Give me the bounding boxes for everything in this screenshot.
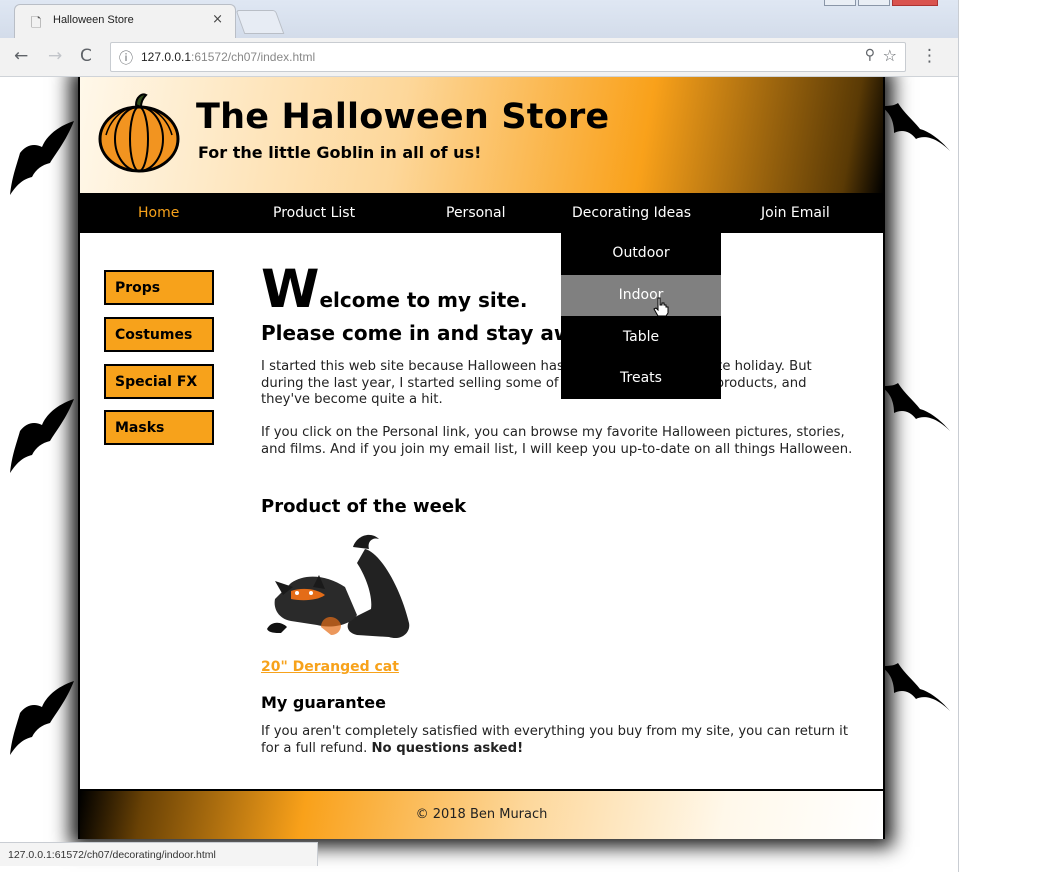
bat-icon [880, 99, 952, 159]
site-tagline: For the little Goblin in all of us! [198, 143, 482, 162]
sidebar-props-button[interactable]: Props [104, 270, 214, 305]
url-host: 127.0.0.1 [141, 50, 192, 64]
product-of-week-heading: Product of the week [261, 496, 467, 517]
menu-icon[interactable]: ⋮ [921, 46, 938, 66]
dropdown-item-treats[interactable]: Treats [561, 358, 721, 399]
deranged-cat-image[interactable] [261, 529, 413, 645]
browser-window: 🗋 Halloween Store × ← → C ⓘ 127.0.0.1:61… [0, 0, 959, 872]
tab-halloween-store[interactable]: 🗋 Halloween Store × [14, 4, 236, 39]
nav-home[interactable]: Home [138, 205, 179, 221]
new-tab-button[interactable] [235, 10, 285, 34]
tab-strip: 🗋 Halloween Store × [0, 0, 958, 39]
reload-icon[interactable]: C [80, 46, 92, 66]
decorating-dropdown-menu: Outdoor Indoor Table Treats [561, 233, 721, 399]
sidebar-special-fx-button[interactable]: Special FX [104, 364, 214, 399]
dropdown-item-table[interactable]: Table [561, 317, 721, 358]
nav-personal[interactable]: Personal [446, 205, 506, 221]
sidebar-masks-button[interactable]: Masks [104, 410, 214, 445]
back-icon[interactable]: ← [14, 46, 28, 66]
status-bar-url: 127.0.0.1:61572/ch07/decorating/indoor.h… [0, 842, 318, 866]
main-nav: Home Product List Personal Decorating Id… [80, 193, 883, 233]
address-bar[interactable]: ⓘ 127.0.0.1:61572/ch07/index.html ⚲ ☆ [110, 42, 906, 72]
window-controls [824, 0, 944, 8]
nav-product-list[interactable]: Product List [273, 205, 355, 221]
bat-icon [880, 659, 952, 719]
guarantee-heading: My guarantee [261, 693, 386, 712]
browser-toolbar: ← → C ⓘ 127.0.0.1:61572/ch07/index.html … [0, 38, 958, 77]
welcome-dropcap: W [261, 259, 320, 320]
hand-cursor-icon [653, 297, 669, 317]
welcome-text: elcome to my site. [319, 288, 528, 312]
dropdown-item-indoor[interactable]: Indoor [561, 275, 721, 317]
zoom-icon[interactable]: ⚲ [865, 47, 875, 63]
welcome-heading: Welcome to my site. [261, 263, 527, 316]
close-tab-icon[interactable]: × [212, 12, 223, 27]
tab-title: Halloween Store [53, 14, 134, 26]
url-path: :61572/ch07/index.html [191, 50, 316, 64]
bat-icon [6, 395, 76, 475]
intro-paragraph: I started this web site because Hallowee… [261, 359, 812, 407]
page-viewport: The Halloween Store For the little Gobli… [0, 77, 958, 872]
close-window-button[interactable] [892, 0, 938, 6]
nav-decorating-ideas[interactable]: Decorating Ideas [572, 205, 691, 221]
dropdown-item-outdoor[interactable]: Outdoor [561, 233, 721, 274]
page-icon: 🗋 [31, 16, 42, 31]
copyright-text: © 2018 Ben Murach [415, 807, 548, 822]
guarantee-bold-text: No questions asked! [371, 740, 524, 756]
maximize-button[interactable] [858, 0, 890, 6]
product-link[interactable]: 20" Deranged cat [261, 659, 399, 675]
pumpkin-logo-icon [98, 93, 180, 173]
site-footer: © 2018 Ben Murach [80, 791, 883, 839]
bat-icon [6, 677, 76, 757]
sidebar-costumes-button[interactable]: Costumes [104, 317, 214, 352]
url-text[interactable]: 127.0.0.1:61572/ch07/index.html [141, 50, 315, 64]
bat-icon [6, 117, 76, 197]
site-title: The Halloween Store [196, 97, 610, 137]
store-page: The Halloween Store For the little Gobli… [78, 77, 885, 839]
guarantee-paragraph: If you aren't completely satisfied with … [261, 724, 856, 757]
forward-icon[interactable]: → [48, 46, 62, 66]
star-icon[interactable]: ☆ [883, 46, 897, 65]
personal-paragraph: If you click on the Personal link, you c… [261, 425, 853, 457]
site-header: The Halloween Store For the little Gobli… [80, 77, 883, 193]
info-icon[interactable]: ⓘ [119, 48, 133, 68]
minimize-button[interactable] [824, 0, 856, 6]
bat-icon [880, 379, 952, 439]
guarantee-text: If you aren't completely satisfied with … [261, 724, 848, 756]
nav-join-email[interactable]: Join Email [761, 205, 830, 221]
